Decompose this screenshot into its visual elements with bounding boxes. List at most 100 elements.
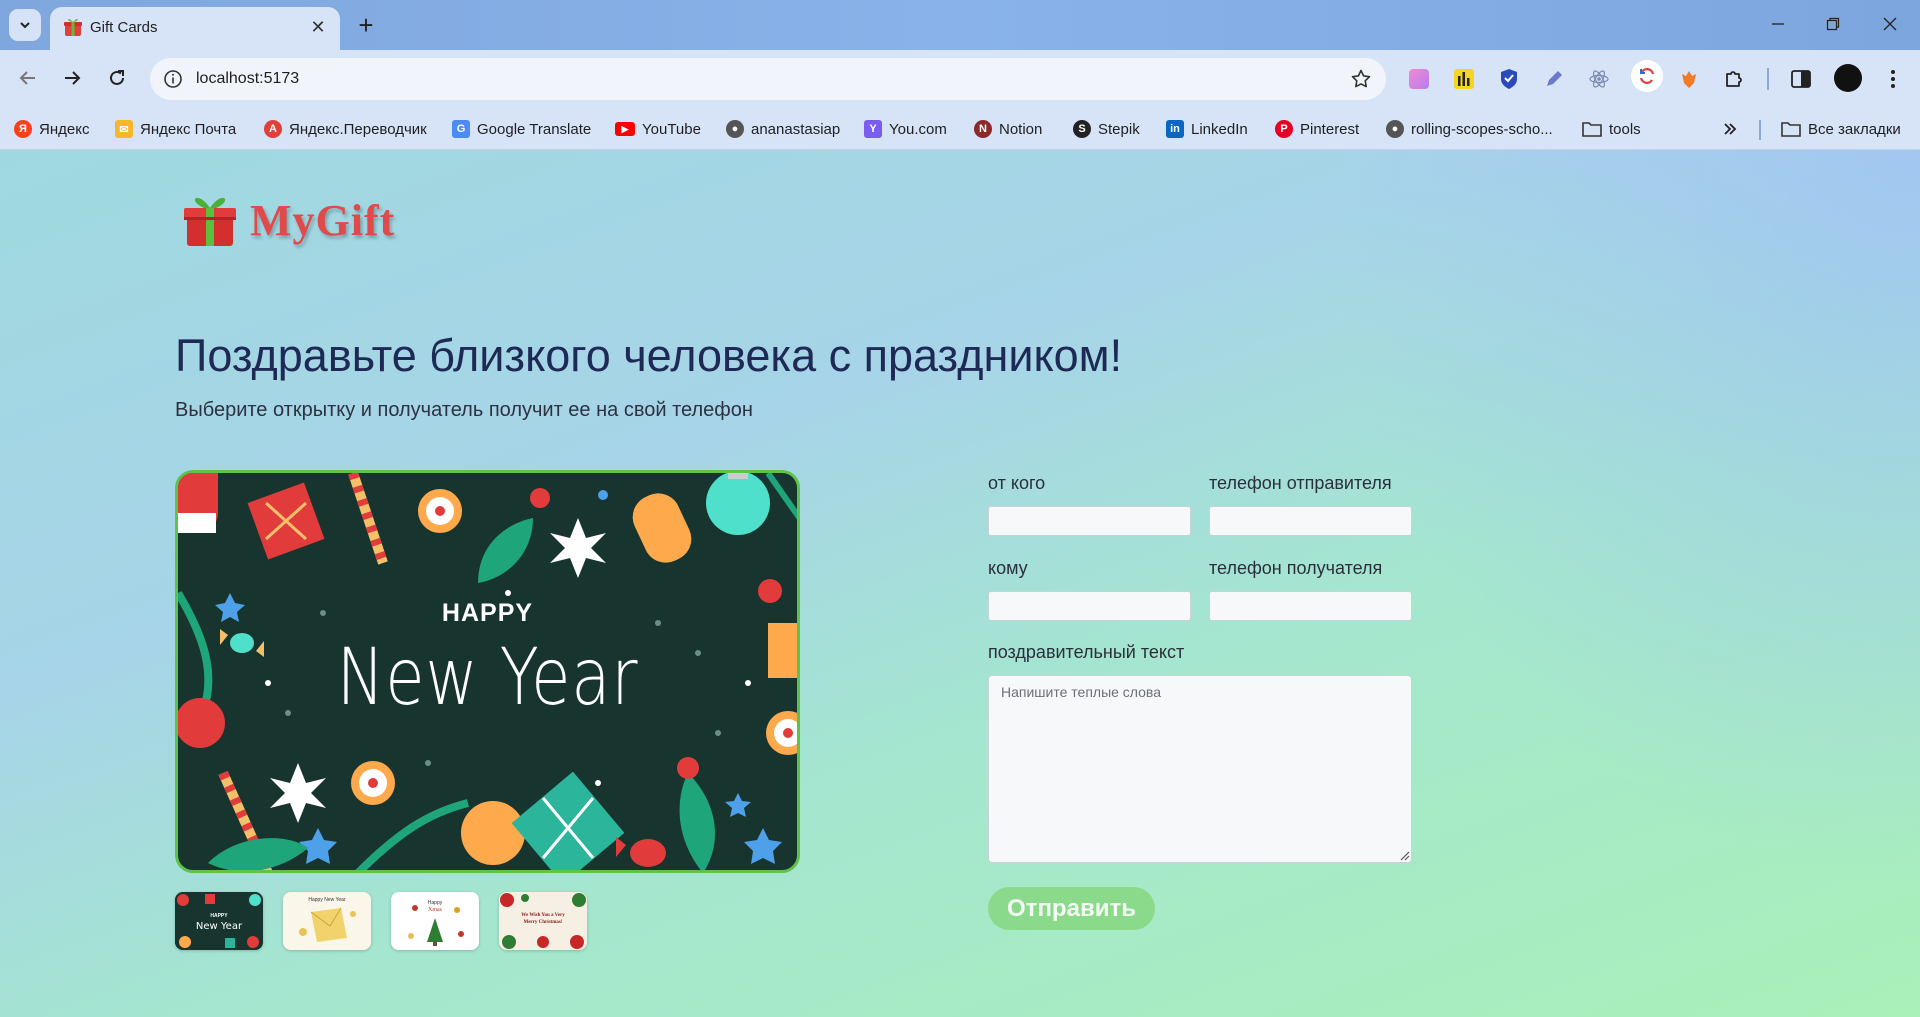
restore-icon <box>1826 17 1840 31</box>
puzzle-icon[interactable] <box>1721 66 1747 92</box>
site-info-icon[interactable] <box>162 68 184 90</box>
pinterest-icon: P <box>1275 120 1293 138</box>
bookmark-item[interactable]: ▶ YouTube <box>615 117 701 141</box>
reload-button[interactable] <box>101 62 133 94</box>
thumbnail-card[interactable]: HAPPY New Year <box>175 892 263 950</box>
thumbnail-image: Happy New Year <box>283 892 371 950</box>
bookmark-item[interactable]: S Stepik <box>1073 117 1140 141</box>
more-menu-icon[interactable] <box>1880 66 1906 92</box>
bookmarks-bar: Я Яндекс ✉ Яндекс Почта A Яндекс.Переводчик… <box>0 108 1920 150</box>
recipient-phone-input[interactable] <box>1209 591 1412 621</box>
side-panel-icon[interactable] <box>1788 66 1814 92</box>
gift-icon <box>184 197 236 246</box>
notion-icon: N <box>974 120 992 138</box>
minimize-button[interactable] <box>1758 8 1798 40</box>
message-label: поздравительный текст <box>988 642 1185 662</box>
thumbnail-card[interactable]: Happy New Year <box>283 892 371 950</box>
svg-text:Merry Christmas!: Merry Christmas! <box>523 920 562 925</box>
url-text: localhost:5173 <box>196 70 300 87</box>
tab-strip: Gift Cards ✕ + <box>0 0 1920 50</box>
window-close-button[interactable] <box>1870 8 1910 40</box>
toolbar-divider <box>1767 68 1769 90</box>
back-button[interactable] <box>12 62 44 94</box>
bookmark-item[interactable]: Y You.com <box>864 117 947 141</box>
bookmark-item[interactable]: ● rolling-scopes-scho... <box>1386 117 1553 141</box>
google-translate-icon: G <box>452 120 470 138</box>
bookmark-item[interactable]: ● ananastasiap <box>726 117 840 141</box>
forward-button[interactable] <box>56 62 88 94</box>
bookmark-item[interactable]: A Яндекс.Переводчик <box>264 117 427 141</box>
svg-text:We Wish You a Very: We Wish You a Very <box>521 913 565 918</box>
thumbnail-image: We Wish You a Very Merry Christmas! <box>499 892 587 950</box>
linkedin-icon: in <box>1166 120 1184 138</box>
folder-icon <box>1781 122 1801 137</box>
extension-fox-icon[interactable] <box>1676 66 1702 92</box>
close-icon <box>1883 17 1897 31</box>
minimize-icon <box>1772 23 1784 25</box>
logo[interactable]: MyGift <box>180 192 395 248</box>
svg-text:Xmas: Xmas <box>428 907 443 913</box>
from-label: от кого <box>988 473 1046 493</box>
address-bar[interactable]: localhost:5173 <box>150 58 1386 100</box>
chevron-down-icon <box>20 22 30 29</box>
recipient-phone-label: телефон получателя <box>1209 558 1383 578</box>
thumbnail-card[interactable]: We Wish You a Very Merry Christmas! <box>499 892 587 950</box>
bookmark-item[interactable]: ✉ Яндекс Почта <box>115 117 236 141</box>
translate-icon: A <box>264 120 282 138</box>
star-icon[interactable] <box>1350 68 1372 90</box>
page-content: MyGift Поздравьте близкого человека с пр… <box>0 150 1920 1017</box>
tab-gift-cards[interactable]: Gift Cards ✕ <box>50 7 340 50</box>
message-textarea[interactable] <box>988 675 1412 863</box>
browser-toolbar: localhost:5173 <box>0 50 1920 108</box>
card-thumbnails: HAPPY New Year Happy New Year Happy Xmas <box>175 892 587 950</box>
bookmark-item[interactable]: P Pinterest <box>1275 117 1359 141</box>
reload-icon <box>110 70 124 85</box>
resize-handle-icon[interactable] <box>1398 849 1410 861</box>
svg-text:New Year: New Year <box>196 921 243 932</box>
svg-text:Happy: Happy <box>428 900 443 906</box>
bookmark-item[interactable]: G Google Translate <box>452 117 591 141</box>
arrow-right-icon <box>65 71 81 85</box>
more-bookmarks-button[interactable] <box>1722 117 1738 141</box>
arrow-left-icon <box>19 71 35 85</box>
tab-search-button[interactable] <box>9 9 41 41</box>
submit-button[interactable]: Отправить <box>988 887 1155 930</box>
sender-phone-input[interactable] <box>1209 506 1412 536</box>
sender-phone-label: телефон отправителя <box>1209 473 1392 493</box>
card-happy-text: HAPPY <box>441 599 534 627</box>
extension-shield-icon[interactable] <box>1496 66 1522 92</box>
gift-icon <box>64 19 82 36</box>
to-label: кому <box>988 558 1028 578</box>
stepik-icon: S <box>1073 120 1091 138</box>
new-tab-button[interactable]: + <box>350 9 382 41</box>
to-input[interactable] <box>988 591 1191 621</box>
chevron-double-right-icon <box>1724 123 1737 135</box>
youcom-icon: Y <box>864 120 882 138</box>
from-input[interactable] <box>988 506 1191 536</box>
bookmark-item[interactable]: Я Яндекс <box>14 117 89 141</box>
svg-text:Happy New Year: Happy New Year <box>308 897 346 903</box>
brand-name: MyGift <box>250 195 396 245</box>
folder-icon <box>1582 122 1602 137</box>
svg-text:HAPPY: HAPPY <box>210 913 228 919</box>
page-subtitle: Выберите открытку и получатель получит е… <box>175 399 753 421</box>
avatar[interactable] <box>1834 64 1862 92</box>
mail-icon: ✉ <box>115 120 133 138</box>
extension-sync-icon[interactable] <box>1631 60 1663 92</box>
youtube-icon: ▶ <box>615 122 635 136</box>
close-icon[interactable]: ✕ <box>306 15 330 39</box>
bookmark-item[interactable]: in LinkedIn <box>1166 117 1248 141</box>
extension-react-icon[interactable] <box>1586 66 1612 92</box>
selected-card-preview: HAPPY New Year <box>175 470 800 873</box>
bookmark-folder[interactable]: tools <box>1582 117 1641 141</box>
thumbnail-card[interactable]: Happy Xmas <box>391 892 479 950</box>
extension-pen-icon[interactable] <box>1541 66 1567 92</box>
extension-chart-icon[interactable] <box>1451 66 1477 92</box>
yandex-icon: Я <box>14 120 32 138</box>
thumbnail-image: HAPPY New Year <box>175 892 263 950</box>
restore-button[interactable] <box>1813 8 1853 40</box>
bookmarks-divider <box>1759 120 1761 140</box>
bookmark-item[interactable]: N Notion <box>974 117 1042 141</box>
extension-gradient-icon[interactable] <box>1406 66 1432 92</box>
all-bookmarks-button[interactable]: Все закладки <box>1781 117 1901 141</box>
